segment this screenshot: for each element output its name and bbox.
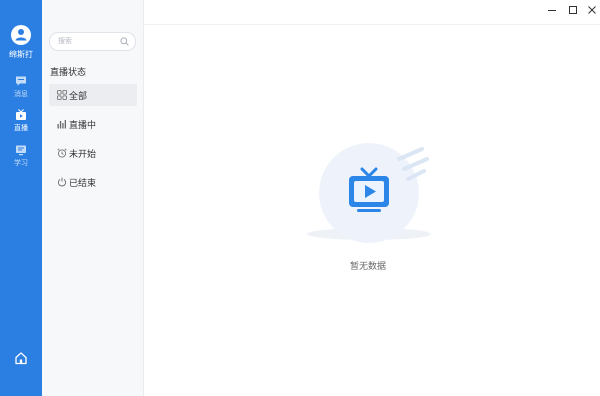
nav-rail: 绵斯打 消息 直播 学习 — [0, 0, 42, 396]
empty-state-text: 暂无数据 — [349, 262, 386, 272]
filter-label: 已结束 — [69, 179, 97, 189]
nav-label-messages: 消息 — [14, 90, 28, 98]
avatar[interactable] — [11, 25, 31, 45]
power-icon — [57, 177, 67, 187]
empty-tv-illustration — [307, 143, 431, 243]
chat-icon — [16, 76, 26, 86]
filter-not-started[interactable]: 未开始 — [49, 142, 137, 164]
filter-live[interactable]: 直播中 — [49, 113, 137, 135]
minimize-icon[interactable] — [547, 5, 557, 15]
search-input[interactable] — [58, 35, 116, 47]
filter-label: 全部 — [69, 92, 88, 102]
grid-icon — [57, 90, 67, 100]
search-box[interactable] — [49, 32, 136, 51]
nav-item-messages[interactable]: 消息 — [0, 75, 42, 105]
filter-panel: 直播状态 全部 直播中 未开始 已结束 — [42, 0, 144, 396]
search-icon[interactable] — [120, 37, 129, 46]
filter-ended[interactable]: 已结束 — [49, 171, 137, 193]
filter-label: 未开始 — [69, 150, 97, 160]
maximize-icon[interactable] — [568, 5, 578, 15]
title-divider — [143, 24, 600, 25]
live-tv-icon — [16, 109, 26, 120]
user-icon — [15, 29, 27, 41]
home-icon[interactable] — [14, 351, 28, 365]
filter-all[interactable]: 全部 — [49, 84, 137, 106]
study-icon — [16, 145, 26, 156]
nav-label-live: 直播 — [14, 124, 28, 132]
nav-item-study[interactable]: 学习 — [0, 144, 42, 174]
close-icon[interactable] — [587, 5, 597, 15]
alarm-clock-icon — [57, 148, 67, 158]
nav-label-study: 学习 — [14, 159, 28, 167]
username: 绵斯打 — [9, 50, 33, 59]
filter-label: 直播中 — [69, 121, 97, 131]
section-title: 直播状态 — [50, 68, 87, 78]
nav-item-live[interactable]: 直播 — [0, 109, 42, 139]
bars-icon — [57, 120, 66, 129]
